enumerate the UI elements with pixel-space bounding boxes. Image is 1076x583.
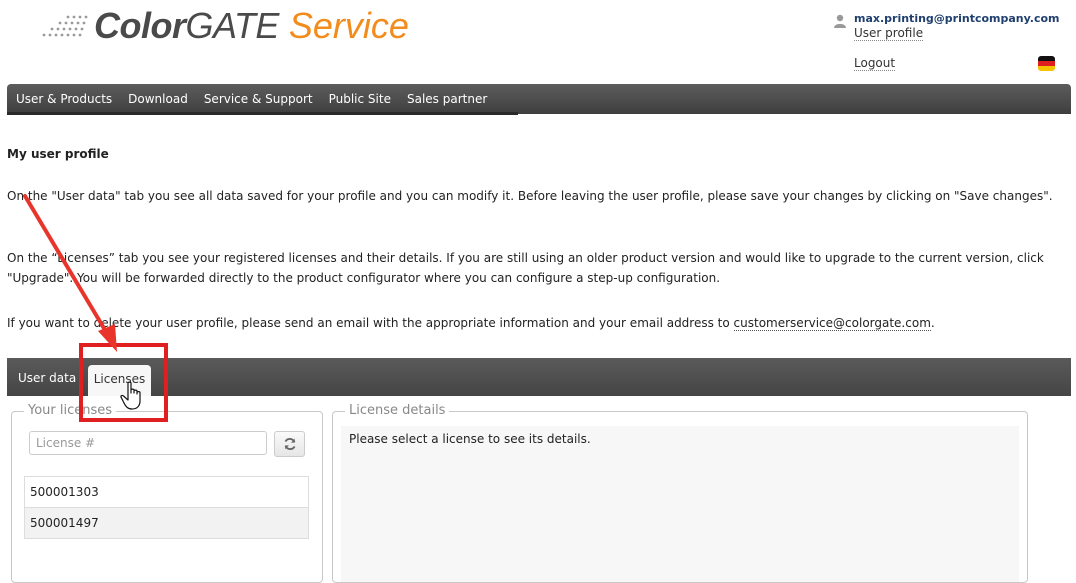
tab-user-data[interactable]: User data: [18, 371, 76, 385]
license-item[interactable]: 500001497: [24, 508, 309, 539]
customer-service-email-link[interactable]: customerservice@colorgate.com: [733, 316, 931, 331]
license-item[interactable]: 500001303: [24, 476, 309, 508]
nav-service-support[interactable]: Service & Support: [204, 92, 313, 106]
hand-cursor-icon: [120, 381, 141, 410]
german-flag-icon[interactable]: [1038, 56, 1055, 71]
user-data-description: On the "User data" tab you see all data …: [7, 189, 1053, 203]
user-icon: [834, 14, 846, 28]
delete-profile-text: If you want to delete your user profile,…: [7, 316, 734, 330]
nav-active-underline: [7, 112, 518, 115]
license-details-content: Please select a license to see its detai…: [341, 426, 1019, 582]
license-details-panel: License details Please select a license …: [332, 403, 1028, 583]
license-list: 500001303 500001497: [24, 476, 309, 539]
nav-user-products[interactable]: User & Products: [16, 92, 112, 106]
licenses-description: On the “Licenses” tab you see your regis…: [7, 251, 1044, 285]
logout-link[interactable]: Logout: [854, 56, 896, 71]
nav-sales-partner[interactable]: Sales partner: [407, 92, 487, 106]
colorgate-logo[interactable]: Color GATE Service: [34, 5, 409, 46]
main-navigation: User & Products Download Service & Suppo…: [7, 84, 1071, 114]
delete-profile-suffix: .: [930, 316, 935, 330]
your-licenses-panel: Your licenses 500001303 500001497: [11, 403, 323, 583]
license-details-legend: License details: [345, 403, 450, 418]
license-search-input[interactable]: [29, 431, 267, 455]
page-title: My user profile: [7, 147, 109, 161]
logo-dots-icon: [42, 15, 88, 37]
nav-public-site[interactable]: Public Site: [329, 92, 391, 106]
user-email: max.printing@printcompany.com: [854, 12, 1060, 25]
nav-download[interactable]: Download: [128, 92, 188, 106]
license-details-message: Please select a license to see its detai…: [349, 432, 591, 446]
delete-profile-description: If you want to delete your user profile,…: [7, 313, 1057, 333]
logo-gate-text: GATE: [185, 5, 280, 46]
user-profile-link[interactable]: User profile: [854, 26, 924, 41]
logo-service-text: Service: [288, 5, 409, 46]
refresh-button[interactable]: [274, 431, 305, 457]
refresh-icon: [284, 438, 295, 450]
logo-color-text: Color: [94, 5, 186, 46]
